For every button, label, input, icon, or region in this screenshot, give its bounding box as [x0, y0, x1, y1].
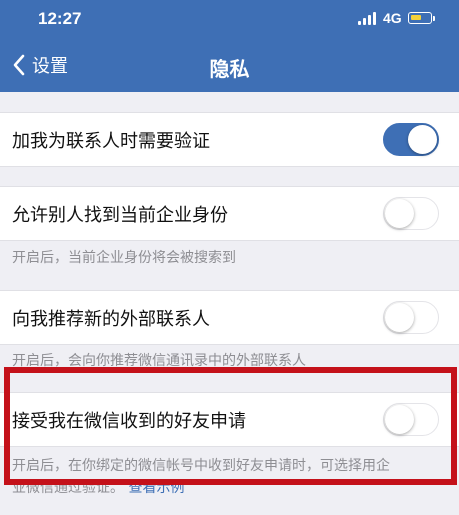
setting-row-require-verification: 加我为联系人时需要验证: [0, 112, 459, 167]
findable-identity-toggle[interactable]: [383, 197, 439, 230]
setting-row-findable-identity: 允许别人找到当前企业身份: [0, 186, 459, 241]
setting-description: 开启后，会向你推荐微信通讯录中的外部联系人: [12, 353, 306, 369]
setting-row-recommend-contacts: 向我推荐新的外部联系人: [0, 290, 459, 345]
setting-description: 开启后，当前企业身份将会被搜索到: [12, 250, 236, 266]
setting-description-text: 业微信通过验证。: [12, 480, 124, 496]
battery-icon: [408, 12, 432, 24]
require-verification-toggle[interactable]: [383, 123, 439, 156]
toggle-knob: [385, 199, 414, 228]
setting-row-accept-wechat-requests: 接受我在微信收到的好友申请: [0, 392, 459, 447]
network-type: 4G: [383, 10, 402, 26]
accept-wechat-requests-toggle[interactable]: [383, 403, 439, 436]
status-bar: 12:27 4G: [0, 0, 459, 38]
setting-description-line2: 业微信通过验证。 查看示例: [12, 477, 452, 497]
setting-description-line1: 开启后，在你绑定的微信帐号中收到好友申请时，可选择用企: [12, 458, 390, 474]
setting-label: 向我推荐新的外部联系人: [12, 309, 210, 330]
setting-label: 加我为联系人时需要验证: [12, 131, 210, 152]
toggle-knob: [385, 405, 414, 434]
status-time: 12:27: [38, 9, 82, 28]
toggle-knob: [408, 125, 437, 154]
recommend-contacts-toggle[interactable]: [383, 301, 439, 334]
page-title: 隐私: [209, 57, 250, 81]
setting-label: 接受我在微信收到的好友申请: [12, 411, 246, 432]
battery-level: [411, 15, 421, 20]
setting-label: 允许别人找到当前企业身份: [12, 205, 228, 226]
toggle-knob: [385, 303, 414, 332]
navigation-bar: 设置 隐私: [0, 38, 459, 92]
privacy-settings-screen: 12:27 4G 设置 隐私 加我为联系人时需要验证 允许别人找到当前企业身份: [0, 0, 459, 515]
battery-tip: [433, 16, 435, 21]
view-example-link[interactable]: 查看示例: [128, 480, 184, 496]
signal-strength-icon: [358, 12, 380, 25]
